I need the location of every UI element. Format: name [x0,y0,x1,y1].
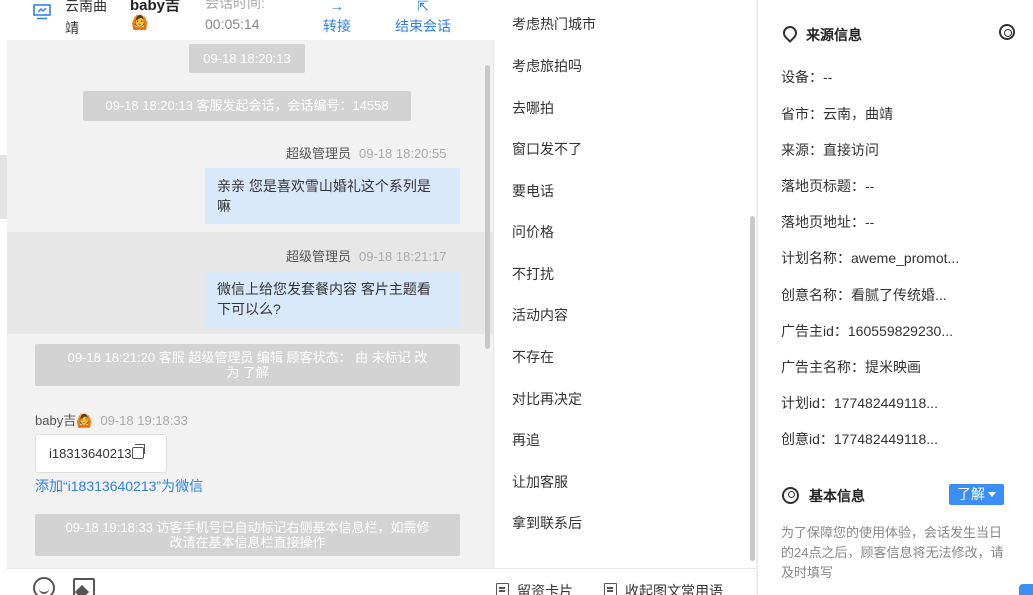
info-field-device: 设备：-- [781,69,833,85]
floating-action-button[interactable] [1019,584,1033,595]
user-icon [782,487,799,504]
quick-reply-item[interactable]: 让加客服 [512,472,568,492]
message-bubble: 微信上给您发套餐内容 客片主题看 下可以么? [205,271,460,327]
transfer-label: 转接 [323,18,351,34]
visitor-code-box[interactable]: i18313640213 [35,434,167,473]
info-field-advertiser-id: 广告主id：160559829230... [781,323,953,339]
status-edit-line: 为 了解 [226,365,269,380]
add-wechat-link[interactable]: 添加“i18313640213”为微信 [35,476,203,496]
quick-reply-item[interactable]: 拿到联系后 [512,513,582,533]
message-sender: 超级管理员 [286,146,352,161]
quick-reply-item[interactable]: 去哪拍 [512,98,554,118]
lead-card-button[interactable]: 留资卡片 [496,581,573,595]
visitor-message-meta: baby吉🙆 09-18 19:18:33 [35,410,188,429]
quick-reply-item[interactable]: 窗口发不了 [512,139,582,159]
exit-icon: ⇱ [417,0,429,14]
session-start-notice: 09-18 18:20:13 客服发起会话，会话编号：14558 [83,91,411,121]
left-nav-active-item[interactable] [0,155,7,219]
monitor-icon [33,4,51,20]
visitor-sender: baby吉 [35,413,77,428]
message-bubble: 亲亲 您是喜欢雪山婚礼这个系列是 嘛 [205,168,460,224]
chat-scrollbar[interactable] [485,65,490,349]
customer-status-value: 了解 [957,486,985,502]
quick-reply-item[interactable]: 不打扰 [512,264,554,284]
end-session-button[interactable]: ⇱ 结束会话 [395,0,451,36]
left-nav-stub [0,0,7,595]
basic-info-label: 基本信息 [809,488,865,504]
quick-reply-item[interactable]: 问价格 [512,222,554,242]
quick-replies-scrollbar[interactable] [750,216,755,561]
quick-replies-panel: 考虑热门城市 考虑旅拍吗 去哪拍 窗口发不了 要电话 问价格 不打扰 活动内容 … [494,0,756,595]
quick-reply-item[interactable]: 对比再决定 [512,389,582,409]
message-text-line: 微信上给您发套餐内容 客片主题看 [217,281,431,297]
document-icon [604,583,617,595]
auto-mark-line: 改请在基本信息栏直接操作 [169,535,326,550]
message-meta: 超级管理员 09-18 18:20:55 [286,143,446,162]
quick-reply-item[interactable]: 活动内容 [512,305,568,325]
info-field-plan-name: 计划名称：aweme_promot... [781,250,960,266]
source-info-title: 来源信息 [782,25,862,45]
message-text-line: 下可以么? [217,301,281,317]
chat-panel: 云南曲靖 baby吉 🙆 会话时间: 00:05:14 → 转接 ⇱ 结束会话 … [7,0,494,595]
message-meta: 超级管理员 09-18 18:21:17 [286,246,446,265]
info-field-creative-name: 创意名称：看腻了传统婚... [781,287,947,303]
quick-replies-footer: 留资卡片 收起图文常用语 [494,568,756,595]
copy-icon[interactable] [132,444,146,459]
auto-mark-notice: 09-18 19:18:33 访客手机号已自动标记右侧基本信息栏，如需修 改请在… [35,514,460,556]
customer-info-panel: 来源信息 设备：-- 省市：云南，曲靖 来源：直接访问 落地页标题：-- 落地页… [757,0,1033,595]
source-info-label: 来源信息 [806,27,862,43]
card-icon [496,583,509,595]
quick-reply-item[interactable]: 考虑热门城市 [512,14,596,34]
end-session-label: 结束会话 [395,18,451,34]
message-text-line: 亲亲 您是喜欢雪山婚礼这个系列是 [217,178,431,194]
info-field-landing-url: 落地页地址：-- [781,214,875,230]
emoji-icon[interactable] [33,577,55,595]
info-field-plan-id: 计划id：177482449118... [781,395,938,411]
info-field-landing-title: 落地页标题：-- [781,178,875,194]
collapse-phrases-label: 收起图文常用语 [625,583,723,595]
arrow-right-icon: → [330,0,344,14]
location-pin-icon [782,26,796,43]
collapse-phrases-button[interactable]: 收起图文常用语 [604,581,723,595]
lead-card-label: 留资卡片 [517,583,573,595]
visitor-sender-emoji: 🙆 [76,413,93,428]
info-field-source: 来源：直接访问 [781,142,879,158]
info-field-advertiser-name: 广告主名称：提米映画 [781,359,921,375]
chat-input-toolbar [7,568,494,595]
message-time: 09-18 18:21:17 [359,249,447,264]
info-field-region: 省市：云南，曲靖 [781,106,893,122]
visitor-emoji: 🙆 [131,14,149,30]
chat-header: 云南曲靖 baby吉 🙆 会话时间: 00:05:14 → 转接 ⇱ 结束会话 [7,0,494,40]
quick-reply-item[interactable]: 不存在 [512,347,554,367]
edit-deadline-notice: 为了保障您的使用体验，会话发生当日的24点之后，顾客信息将无法修改，请及时填写 [781,525,1004,580]
quick-reply-item[interactable]: 再追 [512,430,540,450]
caret-down-icon [988,492,996,497]
visitor-code: i18313640213 [49,446,132,461]
message-sender: 超级管理员 [286,249,352,264]
image-icon[interactable] [73,578,95,595]
customer-status-dropdown[interactable]: 了解 [949,484,1004,505]
date-pill: 09-18 18:20:13 [189,44,305,73]
transfer-button[interactable]: → 转接 [323,0,351,36]
quick-reply-item[interactable]: 考虑旅拍吗 [512,56,582,76]
session-time-label: 会话时间: [205,0,265,11]
visitor-message-time: 09-18 19:18:33 [100,413,188,428]
status-edit-line: 09-18 18:21:20 客服 超级管理员 编辑 顾客状态： 由 未标记 改 [67,350,428,365]
status-edit-notice: 09-18 18:21:20 客服 超级管理员 编辑 顾客状态： 由 未标记 改… [35,344,460,386]
session-time: 00:05:14 [205,16,260,32]
message-time: 09-18 18:20:55 [359,146,447,161]
basic-info-title: 基本信息 [782,486,865,506]
quick-reply-item[interactable]: 要电话 [512,181,554,201]
info-field-creative-id: 创意id：177482449118... [781,431,938,447]
auto-mark-line: 09-18 19:18:33 访客手机号已自动标记右侧基本信息栏，如需修 [65,520,430,535]
settings-icon[interactable] [999,24,1015,40]
visitor-location: 云南曲靖 [65,0,107,36]
message-text-line: 嘛 [217,198,231,214]
